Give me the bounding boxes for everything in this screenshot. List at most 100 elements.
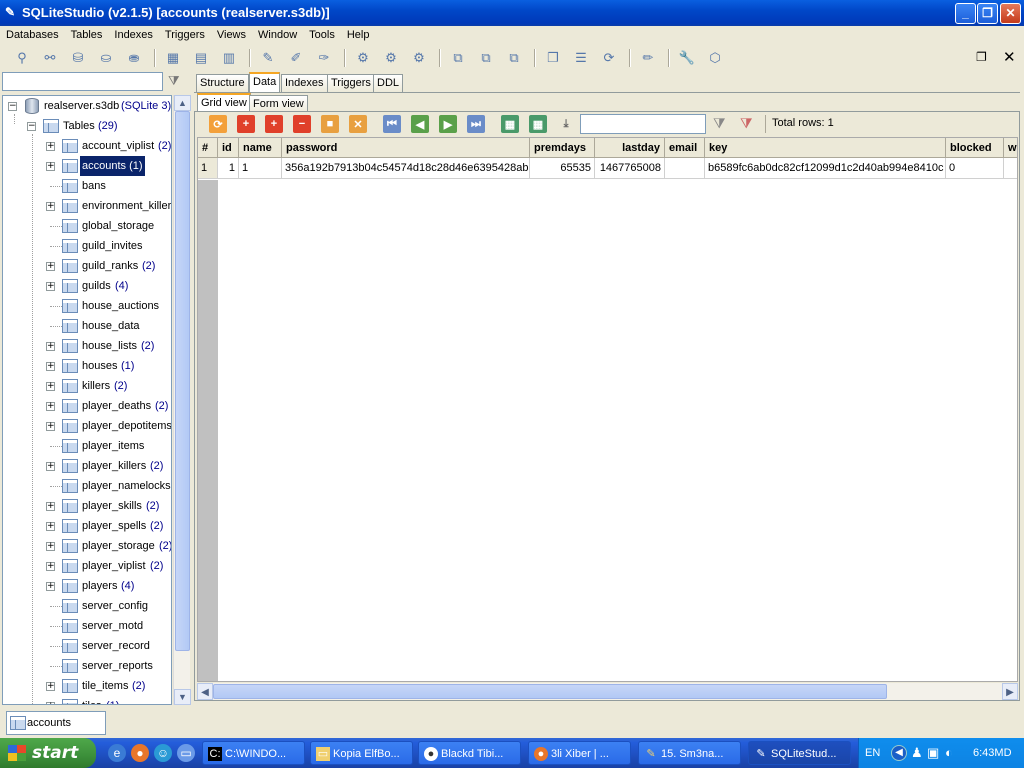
expand-icon[interactable]: + [46, 282, 55, 291]
insert-row-icon[interactable]: + [265, 115, 283, 133]
delete-trigger-icon[interactable]: ⚙ [409, 48, 429, 68]
edit-table-icon[interactable]: ▤ [191, 48, 211, 68]
language-indicator[interactable]: EN [865, 738, 880, 768]
menu-indexes[interactable]: Indexes [108, 26, 159, 45]
new-index-icon[interactable]: ✎ [258, 48, 278, 68]
remove-db-icon[interactable]: ⛂ [124, 48, 144, 68]
tab-data[interactable]: Data [249, 72, 281, 92]
tab-structure[interactable]: Structure [196, 74, 249, 92]
delete-index-icon[interactable]: ✑ [314, 48, 334, 68]
tree-vertical-scrollbar[interactable]: ▲ ▼ [173, 95, 191, 705]
tree-table-item[interactable]: + player_depotitems [3, 416, 171, 436]
messenger-quicklaunch-icon[interactable]: ☺ [154, 744, 172, 762]
expand-icon[interactable]: + [46, 702, 55, 704]
scroll-thumb[interactable] [213, 684, 887, 699]
window-tab-accounts[interactable]: accounts (realse [6, 711, 106, 751]
grid-view-icon[interactable]: ▦ [501, 115, 519, 133]
expand-icon[interactable]: + [46, 402, 55, 411]
expand-icon[interactable]: + [46, 342, 55, 351]
subtab-grid-view[interactable]: Grid view [197, 93, 251, 113]
col-header-premdays[interactable]: premdays [530, 138, 595, 158]
tile-windows-icon[interactable]: ☰ [571, 48, 591, 68]
tree-table-item[interactable]: + players (4) [3, 576, 171, 596]
tree-table-item[interactable]: player_namelocks [3, 476, 171, 496]
tab-indexes[interactable]: Indexes [281, 74, 328, 92]
col-header-email[interactable]: email [665, 138, 705, 158]
edit-db-icon[interactable]: ⛀ [96, 48, 116, 68]
tray-volume-icon[interactable]: ◐ [945, 738, 953, 768]
tree-table-item[interactable]: + tile_items (2) [3, 676, 171, 696]
col-header-id[interactable]: id [218, 138, 239, 158]
scroll-up-arrow[interactable]: ▲ [174, 95, 191, 111]
scroll-down-arrow[interactable]: ▼ [174, 689, 191, 705]
tree-table-item[interactable]: + tiles (1) [3, 696, 171, 704]
filter-icon[interactable]: ⧩ [168, 73, 186, 91]
minimize-button[interactable]: _ [955, 3, 976, 24]
sql-editor-icon[interactable]: ✏ [638, 48, 658, 68]
expand-icon[interactable]: + [46, 582, 55, 591]
cell-lastday[interactable]: 1467765008 [595, 158, 665, 179]
col-header-lastday[interactable]: lastday [595, 138, 665, 158]
delete-view-icon[interactable]: ⧉ [504, 48, 524, 68]
delete-row-icon[interactable]: − [293, 115, 311, 133]
task-blackd[interactable]: ● Blackd Tibi... [418, 741, 521, 765]
add-db-icon[interactable]: ⛁ [68, 48, 88, 68]
col-header-name[interactable]: name [239, 138, 282, 158]
tree-table-item[interactable]: bans [3, 176, 171, 196]
tree-table-item[interactable]: server_motd [3, 616, 171, 636]
refresh-icon[interactable]: ⟳ [599, 48, 619, 68]
task-folder[interactable]: ▭ Kopia ElfBo... [310, 741, 413, 765]
connect-db-icon[interactable]: ⚲ [12, 48, 32, 68]
menu-databases[interactable]: Databases [0, 26, 65, 45]
prev-page-icon[interactable]: ◀ [411, 115, 429, 133]
tree-table-item[interactable]: + player_spells (2) [3, 516, 171, 536]
expand-icon[interactable]: + [46, 562, 55, 571]
grid-horizontal-scrollbar[interactable]: ◀ ▶ [197, 683, 1018, 700]
plugins-cube-icon[interactable]: ⬡ [705, 48, 725, 68]
reload-icon[interactable]: ⟳ [209, 115, 227, 133]
edit-trigger-icon[interactable]: ⚙ [381, 48, 401, 68]
tree-db-node[interactable]: − realserver.s3db (SQLite 3) [3, 96, 171, 116]
cascade-windows-icon[interactable]: ❐ [543, 48, 563, 68]
edit-index-icon[interactable]: ✐ [286, 48, 306, 68]
close-mdi-button[interactable]: ✕ [1003, 48, 1016, 66]
collapse-icon[interactable]: − [27, 122, 36, 131]
scroll-thumb[interactable] [175, 111, 190, 651]
expand-icon[interactable]: + [46, 422, 55, 431]
tree-table-item[interactable]: house_auctions [3, 296, 171, 316]
expand-icon[interactable]: + [46, 462, 55, 471]
tree-table-item[interactable]: + player_killers (2) [3, 456, 171, 476]
commit-icon[interactable]: ■ [321, 115, 339, 133]
rollback-icon[interactable]: ✕ [349, 115, 367, 133]
tree-table-item[interactable]: + account_viplist (2) [3, 136, 171, 156]
show-desktop-icon[interactable]: ▭ [177, 744, 195, 762]
firefox-quicklaunch-icon[interactable]: ● [131, 744, 149, 762]
tree-table-item[interactable]: + houses (1) [3, 356, 171, 376]
tree-table-item[interactable]: +accounts (1)(1) [3, 156, 171, 176]
expand-icon[interactable]: + [46, 202, 55, 211]
maximize-button[interactable]: ❐ [977, 3, 998, 24]
tree-table-item[interactable]: + environment_killers [3, 196, 171, 216]
ie-quicklaunch-icon[interactable]: e [108, 744, 126, 762]
apply-filter-icon[interactable]: ⧩ [713, 115, 726, 132]
collapse-icon[interactable]: − [8, 102, 17, 111]
expand-icon[interactable]: + [46, 382, 55, 391]
tree-table-item[interactable]: + guild_ranks (2) [3, 256, 171, 276]
menu-window[interactable]: Window [252, 26, 303, 45]
scroll-right-arrow[interactable]: ▶ [1002, 683, 1018, 700]
col-header-key[interactable]: key [705, 138, 946, 158]
task-firefox[interactable]: ● 3li Xiber | ... [528, 741, 631, 765]
expand-icon[interactable]: + [46, 162, 55, 171]
col-header-w[interactable]: w [1004, 138, 1017, 158]
expand-icon[interactable]: + [46, 542, 55, 551]
cell-password[interactable]: 356a192b7913b04c54574d18c28d46e6395428ab [282, 158, 530, 179]
expand-icon[interactable]: + [46, 142, 55, 151]
cell-id[interactable]: 1 [218, 158, 239, 179]
expand-icon[interactable]: + [46, 502, 55, 511]
grid-filter-input[interactable] [580, 114, 706, 134]
expand-icon[interactable]: + [46, 682, 55, 691]
tree-table-item[interactable]: + player_skills (2) [3, 496, 171, 516]
col-header-blocked[interactable]: blocked [946, 138, 1004, 158]
clear-filter-icon[interactable]: ⧩ [740, 115, 753, 132]
cell-premdays[interactable]: 65535 [530, 158, 595, 179]
